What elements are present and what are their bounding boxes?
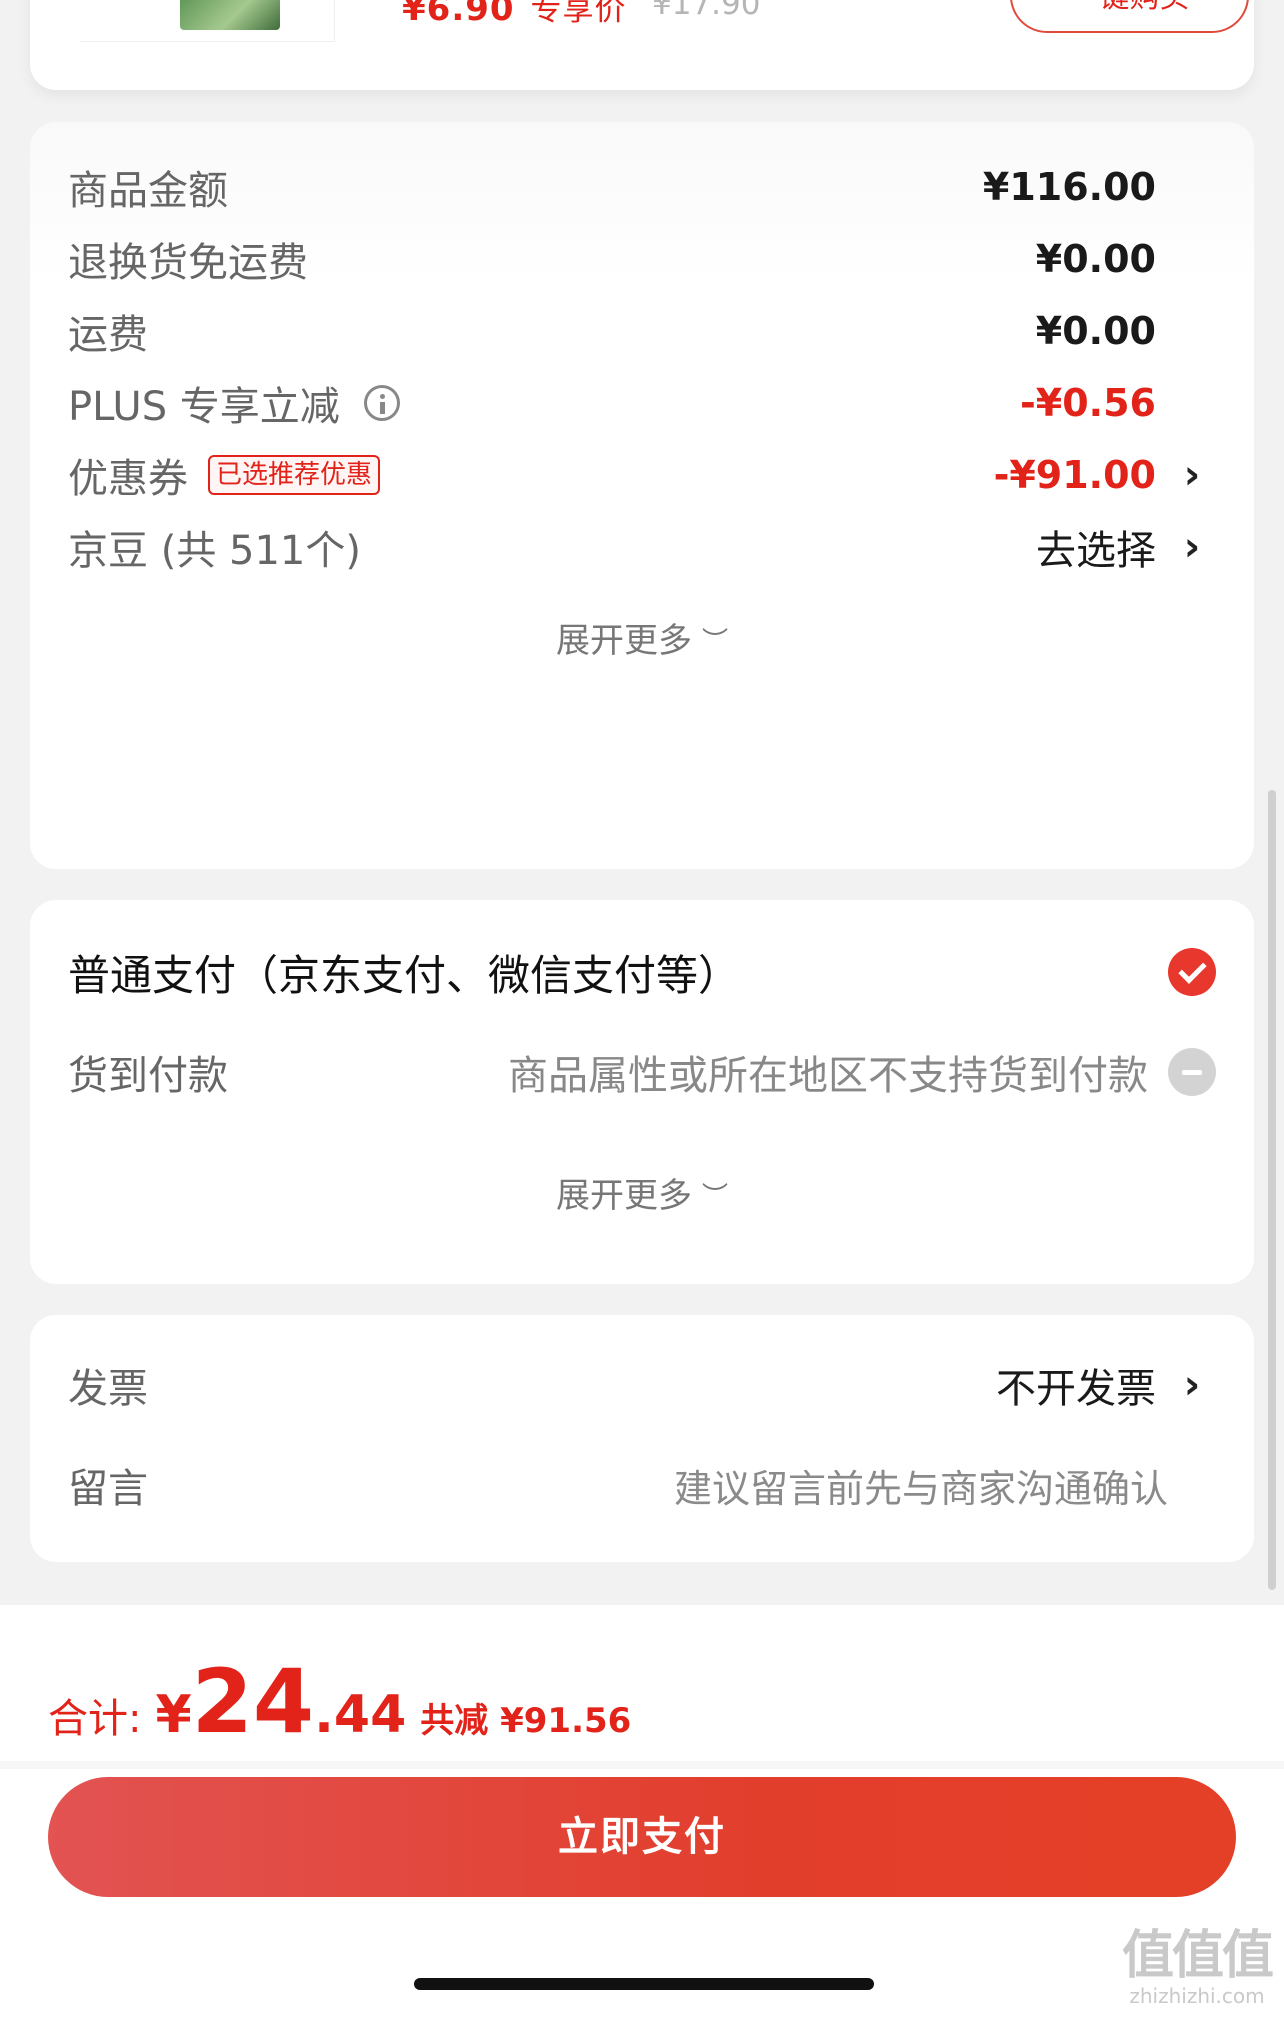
fee-label: 商品金额 [68, 168, 228, 214]
fee-label: 退换货免运费 [68, 240, 308, 286]
chevron-down-icon: ︶ [701, 1182, 728, 1212]
watermark-text: 值值值 [1121, 1926, 1274, 1986]
cod-unavailable-note: 商品属性或所在地区不支持货到付款 [508, 1053, 1148, 1099]
expand-more-label: 展开更多 [555, 621, 692, 661]
product-price-value: ¥6.90 [402, 0, 515, 29]
product-original-price: ¥17.90 [652, 0, 761, 22]
fee-value: ¥0.00 [1035, 237, 1156, 281]
fee-row-coupon[interactable]: 优惠券 已选推荐优惠 -¥91.00 › [68, 445, 1216, 505]
home-indicator[interactable] [414, 1978, 874, 1990]
invoice-message-card: 发票 不开发票 › 留言 建议留言前先与商家沟通确认 [30, 1315, 1254, 1562]
disabled-minus-icon [1168, 1048, 1216, 1096]
fee-row-jingdou[interactable]: 京豆 (共 511个) 去选择 › [68, 517, 1216, 577]
fee-row-plus-discount: PLUS 专享立减 -¥0.56 [68, 373, 1216, 433]
scrollbar[interactable] [1268, 790, 1276, 1590]
total-amount-integer: 24 [191, 1650, 315, 1753]
payment-expand-more[interactable]: 展开更多 ︶ [30, 1168, 1254, 1217]
fee-label: 京豆 (共 511个) [68, 528, 361, 574]
watermark-domain: zhizhizhi.com [1129, 1984, 1265, 2008]
fee-value: -¥0.56 [1020, 381, 1156, 425]
payment-option-normal[interactable]: 普通支付（京东支付、微信支付等） [68, 942, 1216, 1002]
checkout-page: ¥6.90 专享价 ¥17.90 一键购买 商品金额 ¥116.00 退换货免运费… [0, 0, 1284, 2018]
message-input[interactable]: 建议留言前先与商家沟通确认 [674, 1458, 1168, 1513]
fee-label: 运费 [68, 312, 148, 358]
payment-option-cod: 货到付款 商品属性或所在地区不支持货到付款 [68, 1042, 1216, 1102]
checkmark-selected-icon[interactable] [1168, 948, 1216, 996]
chevron-right-icon[interactable]: › [1180, 452, 1204, 498]
fees-expand-more[interactable]: 展开更多 ︶ [30, 613, 1254, 662]
message-label: 留言 [68, 1466, 148, 1512]
invoice-label: 发票 [68, 1366, 148, 1412]
invoice-value[interactable]: 不开发票 [996, 1356, 1156, 1414]
order-total: 合计: ¥ 24 .44 共减 ¥91.56 [48, 1650, 631, 1753]
product-thumbnail[interactable] [180, 0, 280, 30]
chevron-right-icon[interactable]: › [1180, 524, 1204, 570]
total-label: 合计: [48, 1696, 142, 1742]
product-thumbnail-frame [80, 0, 335, 42]
one-click-buy-button[interactable]: 一键购买 [1010, 0, 1249, 33]
product-price-tag: 专享价 [530, 0, 627, 28]
chevron-down-icon: ︶ [701, 627, 728, 657]
product-card: ¥6.90 专享价 ¥17.90 一键购买 [30, 0, 1254, 90]
info-icon[interactable] [363, 385, 400, 421]
order-fees-card: 商品金额 ¥116.00 退换货免运费 ¥0.00 运费 ¥0.00 PLUS … [30, 122, 1254, 869]
total-currency: ¥ [155, 1685, 192, 1745]
total-amount-decimal: .44 [314, 1685, 407, 1745]
checkout-bottom-bar: 合计: ¥ 24 .44 共减 ¥91.56 立即支付 值值值 zhizhizh… [0, 1605, 1284, 2018]
invoice-row[interactable]: 发票 不开发票 › [68, 1355, 1216, 1415]
fee-row-shipping: 运费 ¥0.00 [68, 301, 1216, 361]
message-row[interactable]: 留言 建议留言前先与商家沟通确认 [68, 1455, 1216, 1515]
product-price: ¥6.90 专享价 [402, 0, 627, 29]
payment-option-label: 普通支付（京东支付、微信支付等） [68, 950, 741, 1000]
payment-method-card: 普通支付（京东支付、微信支付等） 货到付款 商品属性或所在地区不支持货到付款 展… [30, 900, 1254, 1284]
payment-option-label: 货到付款 [68, 1053, 228, 1099]
watermark-logo: 值值值 zhizhizhi.com [1121, 1913, 1274, 2008]
fee-value: ¥116.00 [982, 165, 1156, 209]
fee-value: ¥0.00 [1035, 309, 1156, 353]
pay-now-button[interactable]: 立即支付 [48, 1777, 1236, 1897]
chevron-right-icon[interactable]: › [1180, 1362, 1204, 1408]
fee-label: 优惠券 [68, 456, 188, 502]
divider [0, 1761, 1284, 1769]
fee-row-goods-amount: 商品金额 ¥116.00 [68, 157, 1216, 217]
fee-row-return-shipping: 退换货免运费 ¥0.00 [68, 229, 1216, 289]
total-saved: 共减 ¥91.56 [420, 1701, 632, 1741]
fee-label: PLUS 专享立减 [68, 384, 340, 430]
jingdou-select-link[interactable]: 去选择 [1036, 518, 1156, 576]
coupon-selected-tag: 已选推荐优惠 [208, 455, 381, 495]
fee-value: -¥91.00 [993, 453, 1156, 497]
expand-more-label: 展开更多 [555, 1176, 692, 1216]
